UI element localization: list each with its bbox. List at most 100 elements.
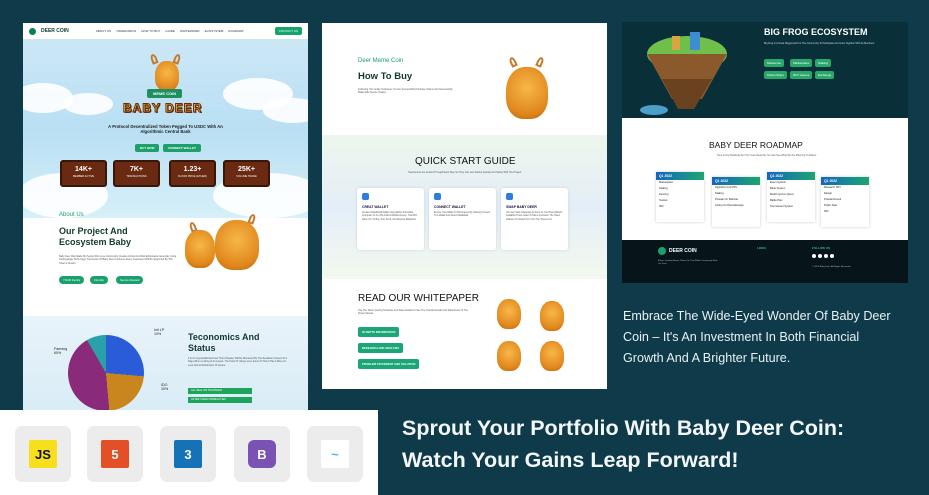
about-pill[interactable]: Secure Reward [116,276,144,284]
ecosystem-text: Big Frog Is A Great Playground For The C… [764,42,875,45]
homepage-preview: DEER COIN ABOUT US TOKENOMICS HOW TO BUY… [23,23,308,410]
tokenomics-bar: ALL SELL OR TRANSFER [188,388,252,394]
roadmap-card: Q1 2022 Research NFT Design Presale Roun… [821,177,869,227]
nav-link[interactable]: ABOUT US [96,29,111,33]
connect-wallet-button[interactable]: CONNECT WALLET [163,144,201,152]
ecosystem-button[interactable]: Marketplace [790,59,813,67]
marketing-headline: Sprout Your Portfolio With Baby Deer Coi… [402,416,845,472]
hero-title: BABY DEER [122,101,203,116]
deer-mascot-image [497,341,521,371]
deer-coin-logo-icon [29,27,36,35]
roadmap-card: Q1 2022 Event System Bank System Build I… [767,172,815,222]
tokenomics-text: It Is A Long Established Fact That A Rea… [188,357,287,367]
guide-card: CREAT WALLET Create A MetaMask Wallet Us… [357,188,424,250]
pie-label-ido: IDO 10% [161,383,169,392]
tech-tile: B [234,426,290,482]
guide-card: SWAP BABY DEER You Can Start Swapping As… [501,188,568,250]
ecosystem-button[interactable]: Staking [815,59,832,67]
pie-label-farming: Farming 60% [54,347,68,356]
whitepaper-button[interactable]: IN DEPTH INFORMATION [358,327,400,337]
facebook-icon[interactable] [812,254,816,258]
ecosystem-button[interactable]: NFT Games [790,71,813,79]
how-to-buy-eyebrow: Deer Meme Coin [358,58,404,64]
nav-link[interactable]: ROADMAP [228,29,243,33]
social-icons [812,254,834,258]
swap-icon [506,193,513,200]
ecosystem-button[interactable]: Exchange [815,71,835,79]
ecosystem-button[interactable]: Metaverse [764,59,785,67]
roadmap-text: Here Is Our Roadmap For The Year Ahead S… [717,154,817,157]
tech-tile: 3 [160,426,216,482]
tech-tile: 5 [87,426,143,482]
tokenomics-pie-chart [68,335,144,410]
stat-card: 25K+ VOLUME TRADE [223,160,270,187]
whitepaper-button[interactable]: RESEARCH AND ANALYSIS [358,343,403,353]
contact-button[interactable]: CONTACT US [274,27,302,35]
quick-start-text: Newcomers Are Guided Through Each Step S… [408,171,522,174]
tech-stack-bar: JS 5 3 B ~ [0,410,378,495]
about-eyebrow: About Us [59,212,84,218]
nav-link[interactable]: ECOSYSTEM [205,29,224,33]
floating-island-image [640,32,727,115]
footer-text: A Fun, Leading Meme Token For The Whole … [658,260,718,266]
ecosystem-roadmap-preview: BIG FROG ECOSYSTEM Big Frog Is A Great P… [622,22,908,283]
ecosystem-button[interactable]: Partnerships [764,71,787,79]
whitepaper-button[interactable]: PROBLEM STATEMENT AND SOLUTION [358,359,420,369]
about-pill[interactable]: YOUR Family [59,276,85,284]
deer-mascot-image [540,301,564,331]
roadmap-card: Q1 2022 Algorithm Full DVS Staking Presa… [712,177,760,227]
pie-label-lp: Init LP 10% [154,328,165,337]
meme-coin-badge: MEME COIN [147,89,183,98]
footer-copyright: © 2024 Baby Deer. All Rights Reserved. [812,266,851,268]
roadmap-title: BABY DEER ROADMAP [709,140,803,150]
hero-tagline: A Protocol Decentralized Token Pegged To… [108,124,223,134]
marketing-description: Embrace The Wide-Eyed Wonder Of Baby Dee… [623,309,891,365]
javascript-icon: JS [29,440,57,468]
tech-tile: JS [15,426,71,482]
whitepaper-text: Use The Token Vesting Schedule And Sales… [358,309,468,316]
roadmap-card: Q1 2022 Marketplace Staking Farming Test… [656,172,704,222]
tech-tile: ~ [307,426,363,482]
tailwind-icon: ~ [321,440,349,468]
nav-links: ABOUT US TOKENOMICS HOW TO BUY GUIDE WHI… [96,29,244,33]
how-to-buy-title: How To Buy [358,71,413,82]
instagram-icon[interactable] [824,254,828,258]
deer-mascot-image [185,230,215,268]
twitter-icon[interactable] [818,254,822,258]
deer-mascot-image [215,220,259,270]
site-footer: DEER COIN A Fun, Leading Meme Token For … [622,240,908,283]
link-icon [434,193,441,200]
about-text: Baby Deer Was Made By People Who Love Co… [59,255,177,265]
deer-mascot-image [497,299,521,329]
nav-link[interactable]: GUIDE [165,29,175,33]
brand-name: DEER COIN [41,28,69,34]
stat-card: 14K+ MEMBER ACTIVE [60,160,107,187]
telegram-icon[interactable] [830,254,834,258]
tokenomics-bar: AFTER FIXED FORMALITIES [188,397,252,403]
buy-now-button[interactable]: BUY NOW [135,144,160,152]
deer-mascot-image [540,341,564,371]
nav-link[interactable]: TOKENOMICS [116,29,136,33]
bootstrap-icon: B [248,440,276,468]
css3-icon: 3 [174,440,202,468]
tokenomics-title: Teconomics And Status [188,332,260,353]
how-to-buy-text: Following Your Guide To Ensure You Are S… [358,88,453,95]
nav-link[interactable]: HOW TO BUY [141,29,160,33]
guide-card: CONNECT WALLET Ensure Your Wallet To Fil… [429,188,496,250]
footer-follow-title: FOLLOW US [812,246,830,250]
deer-mascot-image [155,61,179,91]
about-pill[interactable]: Friendly [90,276,108,284]
deer-coin-logo-icon [658,247,666,255]
stat-card: 7K+ TRANSACTIONS [113,160,160,187]
hero-section [23,23,308,218]
top-navbar: DEER COIN ABOUT US TOKENOMICS HOW TO BUY… [23,23,308,39]
deer-mascot-image [506,67,548,119]
nav-link[interactable]: WHITEPAPER [180,29,200,33]
quick-start-title: QUICK START GUIDE [415,156,516,167]
footer-brand: DEER COIN [669,248,697,254]
whitepaper-title: READ OUR WHITEPAPER [358,293,479,304]
footer-links-title: LINKS [757,246,766,250]
wallet-icon [362,193,369,200]
about-title: Our Project And Ecosystem Baby [59,226,132,247]
how-to-buy-preview: Deer Meme Coin How To Buy Following Your… [322,23,607,389]
